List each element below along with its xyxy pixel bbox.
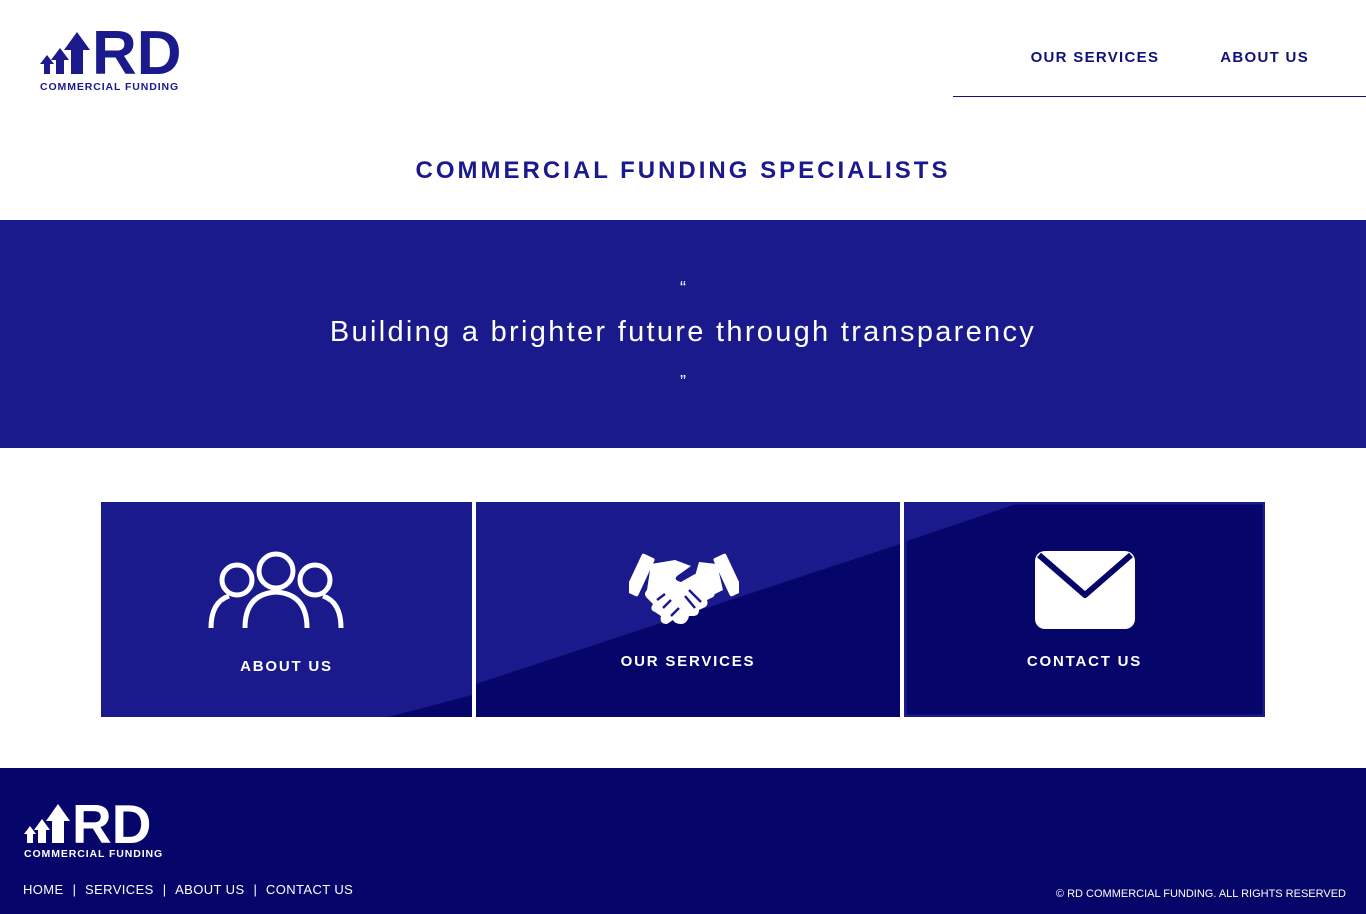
tile-contact-us[interactable]: CONTACT US (904, 502, 1265, 717)
footer-link-about-us[interactable]: ABOUT US (175, 882, 244, 897)
copyright-text: © RD COMMERCIAL FUNDING. ALL RIGHTS RESE… (1055, 888, 1346, 900)
quote-banner: “ Building a brighter future through tra… (0, 220, 1366, 448)
footer-separator: | (162, 882, 167, 897)
envelope-icon (1035, 551, 1135, 629)
people-group-icon (208, 551, 344, 629)
handshake-icon (629, 553, 739, 624)
site-footer: RD COMMERCIAL FUNDING HOME | SERVICES | … (0, 768, 1366, 914)
page-tagline: COMMERCIAL FUNDING SPECIALISTS (415, 157, 951, 184)
tile-about-us[interactable]: ABOUT US (101, 502, 472, 717)
footer-separator: | (72, 882, 76, 897)
house-arrows-icon: RD (40, 22, 182, 80)
footer-link-services[interactable]: SERVICES (85, 882, 154, 897)
logo-mark-text: RD (92, 22, 182, 80)
quote-text: Building a brighter future through trans… (329, 316, 1037, 348)
tile-about-label: ABOUT US (240, 658, 333, 675)
logo-subtitle: COMMERCIAL FUNDING (40, 81, 180, 93)
tile-our-services[interactable]: OUR SERVICES (476, 502, 900, 717)
main-nav: OUR SERVICES ABOUT US (1031, 49, 1309, 66)
nav-about-us[interactable]: ABOUT US (1220, 49, 1309, 66)
open-quote-mark: “ (680, 278, 686, 298)
tile-contact-label: CONTACT US (1026, 653, 1143, 670)
footer-logo-subtitle: COMMERCIAL FUNDING (24, 848, 164, 860)
footer-link-contact-us[interactable]: CONTACT US (266, 882, 353, 897)
close-quote-mark: ” (680, 372, 686, 392)
footer-nav: HOME | SERVICES | ABOUT US | CONTACT US (23, 882, 353, 897)
nav-our-services[interactable]: OUR SERVICES (1031, 49, 1160, 66)
nav-underline-divider (953, 96, 1366, 97)
header-logo[interactable]: RD COMMERCIAL FUNDING (40, 22, 200, 94)
footer-link-home[interactable]: HOME (23, 882, 64, 897)
tile-services-label: OUR SERVICES (620, 653, 756, 670)
footer-separator: | (253, 882, 257, 897)
footer-logo[interactable]: RD (24, 796, 169, 846)
footer-logo-mark-text: RD (72, 796, 151, 846)
